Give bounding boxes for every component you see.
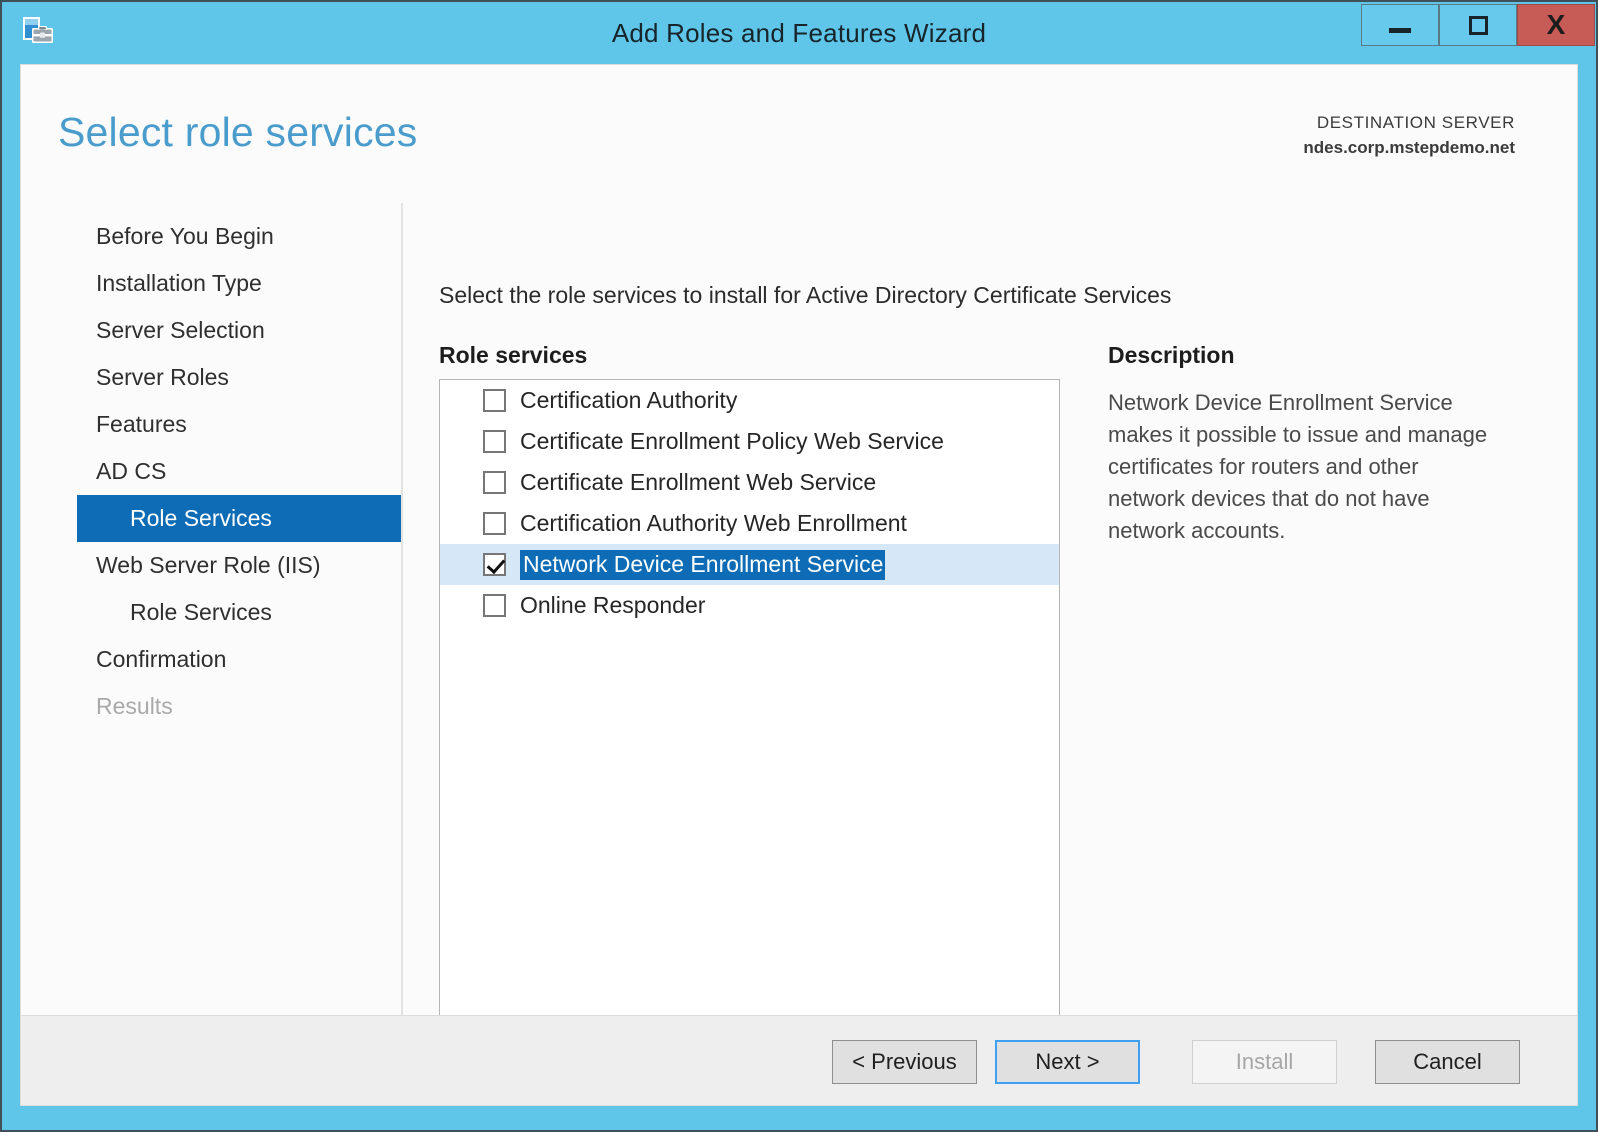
role-services-label: Role services — [439, 342, 587, 369]
wizard-window: Add Roles and Features Wizard X Select r… — [0, 0, 1598, 1132]
previous-button[interactable]: < Previous — [832, 1040, 977, 1084]
checkbox-unchecked-icon[interactable] — [483, 512, 506, 535]
list-item[interactable]: Certificate Enrollment Policy Web Servic… — [440, 421, 1059, 462]
sidebar-item-role-services[interactable]: Role Services — [77, 495, 402, 542]
sidebar-item-label: Before You Begin — [96, 223, 274, 249]
sidebar-item-web-server-role-iis[interactable]: Web Server Role (IIS) — [77, 542, 402, 589]
role-services-listbox[interactable]: Certification Authority Certificate Enrol… — [439, 379, 1060, 1019]
page-title: Select role services — [58, 109, 417, 156]
minimize-button[interactable] — [1361, 4, 1439, 46]
list-item[interactable]: Network Device Enrollment Service — [440, 544, 1059, 585]
maximize-icon — [1440, 5, 1516, 45]
cancel-button[interactable]: Cancel — [1375, 1040, 1520, 1084]
list-item[interactable]: Certification Authority Web Enrollment — [440, 503, 1059, 544]
list-item-label: Certificate Enrollment Policy Web Servic… — [520, 428, 944, 455]
sidebar-item-ad-cs[interactable]: AD CS — [77, 448, 402, 495]
sidebar-item-label: Web Server Role (IIS) — [96, 552, 321, 578]
close-icon: X — [1518, 5, 1594, 45]
wizard-step-nav: Before You Begin Installation Type Server … — [77, 213, 402, 730]
nav-divider — [401, 203, 403, 1035]
description-label: Description — [1108, 342, 1235, 369]
sidebar-item-server-roles[interactable]: Server Roles — [77, 354, 402, 401]
title-bar: Add Roles and Features Wizard X — [2, 2, 1596, 64]
list-item-label: Network Device Enrollment Service — [520, 550, 885, 580]
sidebar-item-label: Results — [96, 693, 173, 719]
checkbox-unchecked-icon[interactable] — [483, 389, 506, 412]
sidebar-item-label: Server Selection — [96, 317, 265, 343]
maximize-button[interactable] — [1439, 4, 1517, 46]
sidebar-item-label: Confirmation — [96, 646, 226, 672]
sidebar-item-label: AD CS — [96, 458, 166, 484]
sidebar-item-before-you-begin[interactable]: Before You Begin — [77, 213, 402, 260]
minimize-icon — [1362, 5, 1438, 45]
destination-server-label: DESTINATION SERVER — [1303, 111, 1515, 135]
list-item-label: Certification Authority — [520, 387, 737, 414]
wizard-footer: < Previous Next > Install Cancel — [21, 1015, 1577, 1105]
close-button[interactable]: X — [1517, 4, 1595, 46]
list-item[interactable]: Certificate Enrollment Web Service — [440, 462, 1059, 503]
sidebar-item-label: Features — [96, 411, 187, 437]
checkbox-unchecked-icon[interactable] — [483, 471, 506, 494]
sidebar-item-installation-type[interactable]: Installation Type — [77, 260, 402, 307]
list-item[interactable]: Certification Authority — [440, 380, 1059, 421]
sidebar-item-label: Role Services — [130, 599, 272, 625]
checkbox-unchecked-icon[interactable] — [483, 430, 506, 453]
sidebar-item-results: Results — [77, 683, 402, 730]
sidebar-item-label: Role Services — [130, 505, 272, 531]
sidebar-item-server-selection[interactable]: Server Selection — [77, 307, 402, 354]
next-button[interactable]: Next > — [995, 1040, 1140, 1084]
list-item-label: Online Responder — [520, 592, 705, 619]
install-button: Install — [1192, 1040, 1337, 1084]
sidebar-item-features[interactable]: Features — [77, 401, 402, 448]
description-text: Network Device Enrollment Service makes … — [1108, 387, 1488, 547]
list-item-label: Certification Authority Web Enrollment — [520, 510, 907, 537]
window-title: Add Roles and Features Wizard — [2, 2, 1596, 64]
destination-server-value: ndes.corp.mstepdemo.net — [1303, 135, 1515, 161]
list-item[interactable]: Online Responder — [440, 585, 1059, 626]
sidebar-item-label: Installation Type — [96, 270, 262, 296]
checkbox-checked-icon[interactable] — [483, 553, 506, 576]
sidebar-item-label: Server Roles — [96, 364, 229, 390]
list-item-label: Certificate Enrollment Web Service — [520, 469, 876, 496]
sidebar-item-confirmation[interactable]: Confirmation — [77, 636, 402, 683]
checkbox-unchecked-icon[interactable] — [483, 594, 506, 617]
sidebar-item-role-services[interactable]: Role Services — [77, 589, 402, 636]
instruction-text: Select the role services to install for … — [439, 282, 1171, 309]
wizard-client-area: Select role services DESTINATION SERVER … — [20, 64, 1578, 1106]
destination-server-block: DESTINATION SERVER ndes.corp.mstepdemo.n… — [1303, 111, 1515, 161]
